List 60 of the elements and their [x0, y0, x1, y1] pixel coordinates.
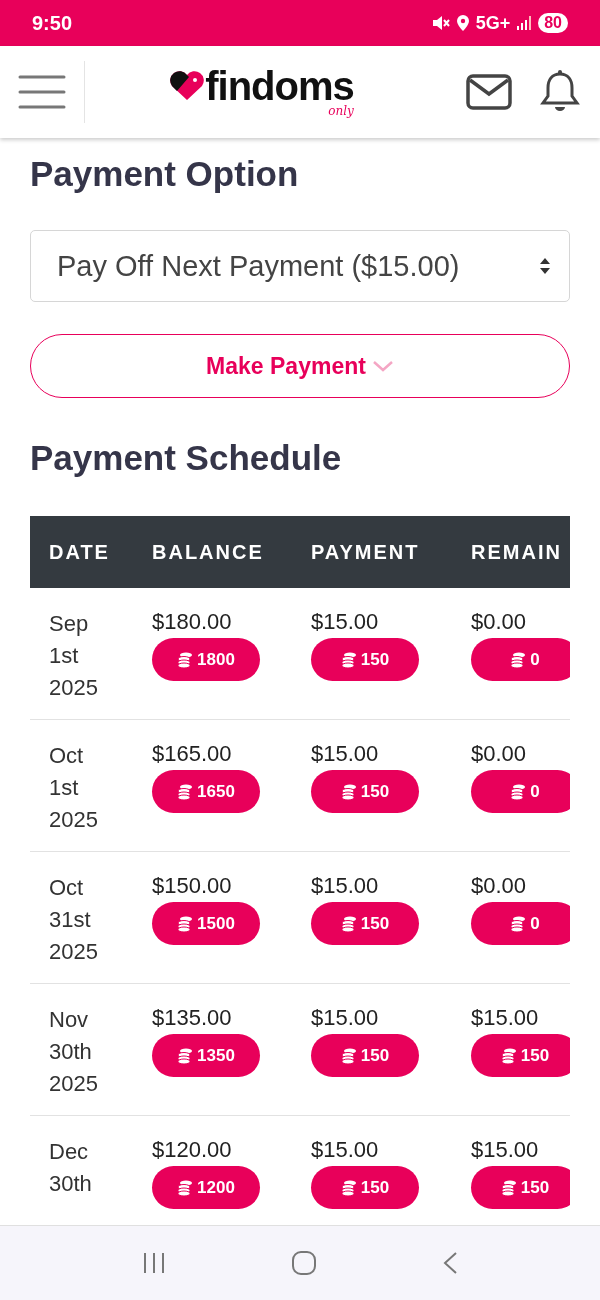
- amount-cell: $15.00: [311, 740, 379, 768]
- network-label: 5G+: [475, 12, 511, 34]
- column-header: REMAIN: [470, 540, 563, 564]
- amount-cell: $15.00: [311, 608, 379, 636]
- amount-cell: $0.00: [471, 740, 527, 768]
- amount-cell: $120.00: [152, 1136, 232, 1164]
- recent-apps-icon[interactable]: [142, 1252, 167, 1274]
- bell-icon[interactable]: [540, 70, 580, 114]
- amount-cell: $15.00: [471, 1004, 539, 1032]
- coins-badge: 150: [311, 770, 419, 813]
- payment-option-select[interactable]: Pay Off Next Payment ($15.00): [30, 230, 570, 302]
- mail-icon[interactable]: [466, 74, 512, 110]
- date-cell-text: Nov 30th 2025: [49, 1006, 98, 1098]
- battery-indicator: 80: [538, 13, 568, 33]
- coins-badge: 0: [471, 638, 570, 681]
- menu-button[interactable]: [18, 74, 66, 110]
- heart-icon: [169, 70, 206, 102]
- amount-cell: $150.00: [152, 872, 232, 900]
- date-cell-text: Oct 31st 2025: [49, 874, 98, 966]
- date-cell-text: Dec 30th: [49, 1138, 92, 1198]
- amount-cell: $15.00: [311, 1004, 379, 1032]
- amount-cell: $135.00: [152, 1004, 232, 1032]
- coins-badge: 0: [471, 770, 570, 813]
- date-cell-text: Oct 1st 2025: [49, 742, 98, 834]
- coins-badge: 150: [311, 902, 419, 945]
- coins-badge: 150: [471, 1034, 570, 1077]
- clock: 9:50: [32, 11, 73, 35]
- column-header: PAYMENT: [310, 540, 421, 564]
- logo-tagline: only: [328, 104, 354, 118]
- coins-badge: 150: [311, 1034, 419, 1077]
- location-icon: [456, 15, 469, 31]
- home-icon[interactable]: [291, 1250, 317, 1276]
- coins-badge: 1800: [152, 638, 260, 681]
- amount-cell: $165.00: [152, 740, 232, 768]
- coins-badge: 1650: [152, 770, 260, 813]
- date-cell-text: Sep 1st 2025: [49, 610, 98, 702]
- signal-icon: [517, 16, 532, 30]
- column-header: DATE: [48, 540, 111, 564]
- coins-badge: 1350: [152, 1034, 260, 1077]
- coins-badge: 150: [311, 1166, 419, 1209]
- section-title: Payment Option: [30, 154, 300, 194]
- sort-arrows-icon: [539, 257, 551, 275]
- column-header: BALANCE: [151, 540, 265, 564]
- coins-badge: 1200: [152, 1166, 260, 1209]
- mute-icon: [431, 15, 450, 31]
- amount-cell: $15.00: [311, 1136, 379, 1164]
- logo-text: findoms: [205, 66, 354, 106]
- amount-cell: $180.00: [152, 608, 232, 636]
- amount-cell: $15.00: [471, 1136, 539, 1164]
- amount-cell: $0.00: [471, 608, 527, 636]
- section-title: Payment Schedule: [30, 438, 343, 478]
- coins-badge: 1500: [152, 902, 260, 945]
- amount-cell: $15.00: [311, 872, 379, 900]
- make-payment-button[interactable]: Make Payment: [30, 334, 570, 398]
- coins-badge: 150: [311, 638, 419, 681]
- coins-badge: 150: [471, 1166, 570, 1209]
- coins-badge: 0: [471, 902, 570, 945]
- chevron-down-icon: [371, 360, 394, 372]
- amount-cell: $0.00: [471, 872, 527, 900]
- back-icon[interactable]: [441, 1251, 458, 1275]
